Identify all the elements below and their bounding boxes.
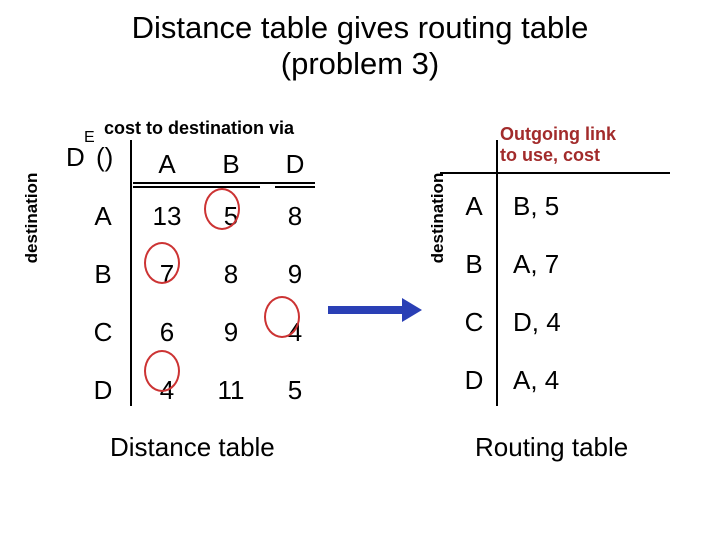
dist-vertical-label: destination bbox=[22, 138, 42, 298]
dist-B-via-D: 9 bbox=[264, 246, 326, 302]
routing-row-B: B A, 7 bbox=[454, 236, 634, 292]
min-circle-C bbox=[264, 296, 300, 338]
dist-row-B: B 7 8 9 bbox=[72, 246, 326, 302]
outgoing-link-guide: Outgoing link to use, cost bbox=[500, 124, 616, 165]
dist-D-via-B: 11 bbox=[200, 362, 262, 418]
routing-dest-C: C bbox=[454, 294, 495, 350]
dist-dest-B: B bbox=[72, 246, 134, 302]
dist-B-via-B: 8 bbox=[200, 246, 262, 302]
routing-dest-D: D bbox=[454, 352, 495, 408]
dist-D-via-D: 5 bbox=[264, 362, 326, 418]
dist-paren: () bbox=[96, 142, 113, 173]
arrow-shaft bbox=[328, 306, 404, 314]
dist-A-via-D: 8 bbox=[264, 188, 326, 244]
dist-A-via-A: 13 bbox=[136, 188, 198, 244]
routing-vertical-label: destination bbox=[428, 138, 448, 298]
dist-D-label: D bbox=[66, 142, 85, 173]
min-circle-A bbox=[204, 188, 240, 230]
dist-row-D: D 4 11 5 bbox=[72, 362, 326, 418]
dist-dest-D: D bbox=[72, 362, 134, 418]
routing-hrule bbox=[440, 172, 670, 174]
min-circle-B bbox=[144, 242, 180, 284]
routing-row-C: C D, 4 bbox=[454, 294, 634, 350]
dist-row-A: A 13 5 8 bbox=[72, 188, 326, 244]
routing-table-caption: Routing table bbox=[475, 432, 628, 463]
cost-guide-label: cost to destination via bbox=[104, 118, 294, 139]
routing-link-D: A, 4 bbox=[497, 352, 634, 408]
routing-link-A: B, 5 bbox=[497, 178, 634, 234]
min-circle-D bbox=[144, 350, 180, 392]
arrow-right-icon bbox=[402, 298, 422, 322]
distance-table: D E () A B D A 13 5 8 B 7 8 9 C bbox=[70, 140, 328, 420]
dist-dest-A: A bbox=[72, 188, 134, 244]
routing-link-C: D, 4 bbox=[497, 294, 634, 350]
slide-title: Distance table gives routing table (prob… bbox=[0, 10, 720, 81]
dist-C-via-B: 9 bbox=[200, 304, 262, 360]
routing-dest-A: A bbox=[454, 178, 495, 234]
distance-table-caption: Distance table bbox=[110, 432, 275, 463]
routing-table: A B, 5 B A, 7 C D, 4 D A, 4 bbox=[452, 176, 636, 410]
dist-col-B: B bbox=[200, 142, 262, 186]
dist-col-A: A bbox=[136, 142, 198, 186]
routing-dest-B: B bbox=[454, 236, 495, 292]
dist-E-superscript: E bbox=[84, 129, 95, 147]
routing-row-D: D A, 4 bbox=[454, 352, 634, 408]
routing-link-B: A, 7 bbox=[497, 236, 634, 292]
routing-row-A: A B, 5 bbox=[454, 178, 634, 234]
dist-col-D: D bbox=[264, 142, 326, 186]
dist-dest-C: C bbox=[72, 304, 134, 360]
